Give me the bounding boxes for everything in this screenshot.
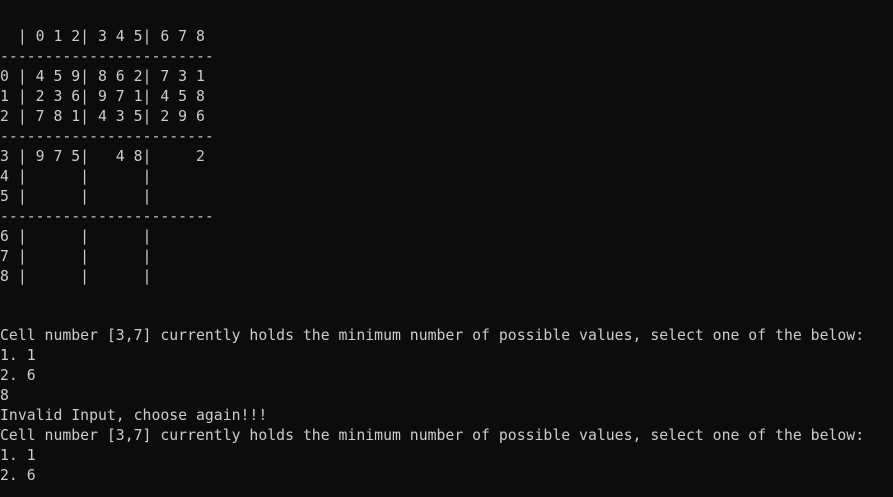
grid-separator: ------------------------ — [0, 48, 214, 65]
option-1: 1. 1 — [0, 447, 36, 464]
grid-header: | 0 1 2| 3 4 5| 6 7 8 — [0, 28, 205, 45]
grid-row-4: 4 | | | — [0, 168, 152, 185]
grid-row-3: 3 | 9 7 5| 4 8| 2 — [0, 148, 205, 165]
user-input: 8 — [0, 387, 9, 404]
grid-row-5: 5 | | | — [0, 188, 152, 205]
grid-row-2: 2 | 7 8 1| 4 3 5| 2 9 6 — [0, 108, 205, 125]
grid-separator: ------------------------ — [0, 128, 214, 145]
option-1: 1. 1 — [0, 347, 36, 364]
grid-row-8: 8 | | | — [0, 268, 152, 285]
grid-row-1: 1 | 2 3 6| 9 7 1| 4 5 8 — [0, 88, 205, 105]
error-message: Invalid Input, choose again!!! — [0, 407, 268, 424]
console-window[interactable]: | 0 1 2| 3 4 5| 6 7 8 ------------------… — [0, 0, 893, 497]
option-2: 2. 6 — [0, 467, 36, 484]
grid-row-0: 0 | 4 5 9| 8 6 2| 7 3 1 — [0, 68, 205, 85]
grid-row-7: 7 | | | — [0, 248, 152, 265]
prompt-text: Cell number [3,7] currently holds the mi… — [0, 327, 865, 344]
option-2: 2. 6 — [0, 367, 36, 384]
grid-row-6: 6 | | | — [0, 228, 152, 245]
grid-separator: ------------------------ — [0, 208, 214, 225]
prompt-text: Cell number [3,7] currently holds the mi… — [0, 427, 865, 444]
